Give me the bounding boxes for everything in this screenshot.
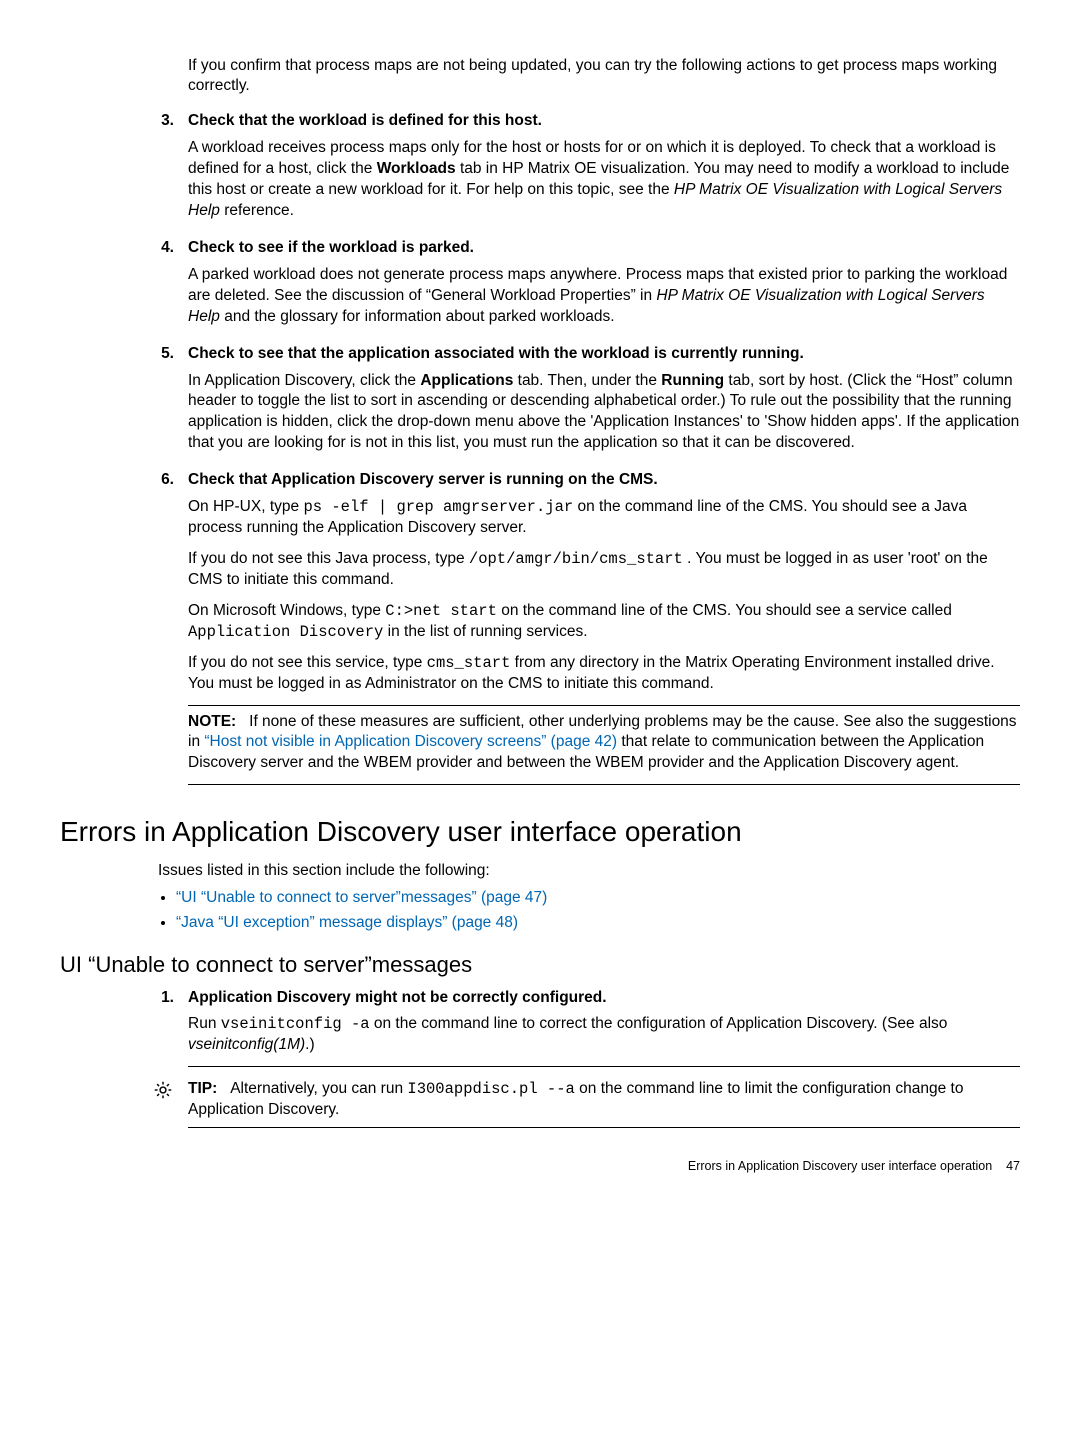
step-number: 1. <box>140 988 188 1074</box>
step-text: Run vseinitconfig -a on the command line… <box>188 1014 1020 1056</box>
step-text: On Microsoft Windows, type C:>net start … <box>188 601 1020 643</box>
tip-block: TIP: Alternatively, you can run I300appd… <box>140 1079 1020 1134</box>
list-item: 1. Application Discovery might not be co… <box>60 988 1020 1074</box>
note-link[interactable]: “Host not visible in Application Discove… <box>204 733 617 750</box>
list-item: 4. Check to see if the workload is parke… <box>60 238 1020 338</box>
substep-list: 1. Application Discovery might not be co… <box>60 988 1020 1074</box>
step-number: 4. <box>140 238 188 338</box>
divider <box>188 1066 1020 1067</box>
section-intro: Issues listed in this section include th… <box>158 861 1020 882</box>
subsection-heading: UI “Unable to connect to server”messages <box>60 950 1020 980</box>
step-heading: Application Discovery might not be corre… <box>188 988 1020 1009</box>
divider <box>188 705 1020 706</box>
page-footer: Errors in Application Discovery user int… <box>60 1158 1020 1175</box>
step-heading: Check that the workload is defined for t… <box>188 111 1020 132</box>
toc-link[interactable]: “UI “Unable to connect to server”message… <box>176 889 547 906</box>
list-item: “UI “Unable to connect to server”message… <box>176 888 1020 909</box>
step-text: On HP-UX, type ps -elf | grep amgrserver… <box>188 497 1020 539</box>
divider <box>188 1127 1020 1128</box>
section-heading: Errors in Application Discovery user int… <box>60 813 1020 851</box>
step-number: 6. <box>140 470 188 791</box>
step-heading: Check to see if the workload is parked. <box>188 238 1020 259</box>
step-heading: Check to see that the application associ… <box>188 344 1020 365</box>
step-text: A workload receives process maps only fo… <box>188 138 1020 222</box>
bullet-list: “UI “Unable to connect to server”message… <box>158 888 1020 934</box>
list-item: 6. Check that Application Discovery serv… <box>60 470 1020 791</box>
toc-link[interactable]: “Java “UI exception” message displays” (… <box>176 914 518 931</box>
step-text: If you do not see this service, type cms… <box>188 653 1020 695</box>
lightbulb-icon <box>140 1079 188 1106</box>
list-item: 3. Check that the workload is defined fo… <box>60 111 1020 232</box>
page-number: 47 <box>1006 1159 1020 1173</box>
divider <box>188 784 1020 785</box>
step-number: 3. <box>140 111 188 232</box>
note-text: NOTE: If none of these measures are suff… <box>188 712 1020 775</box>
intro-paragraph: If you confirm that process maps are not… <box>188 56 1020 98</box>
footer-title: Errors in Application Discovery user int… <box>688 1159 992 1173</box>
step-text: A parked workload does not generate proc… <box>188 265 1020 328</box>
list-item: 5. Check to see that the application ass… <box>60 344 1020 465</box>
step-text: In Application Discovery, click the Appl… <box>188 371 1020 455</box>
step-list: 3. Check that the workload is defined fo… <box>60 111 1020 791</box>
list-item: “Java “UI exception” message displays” (… <box>176 913 1020 934</box>
step-heading: Check that Application Discovery server … <box>188 470 1020 491</box>
tip-text: TIP: Alternatively, you can run I300appd… <box>188 1079 1020 1121</box>
step-number: 5. <box>140 344 188 465</box>
step-text: If you do not see this Java process, typ… <box>188 549 1020 591</box>
